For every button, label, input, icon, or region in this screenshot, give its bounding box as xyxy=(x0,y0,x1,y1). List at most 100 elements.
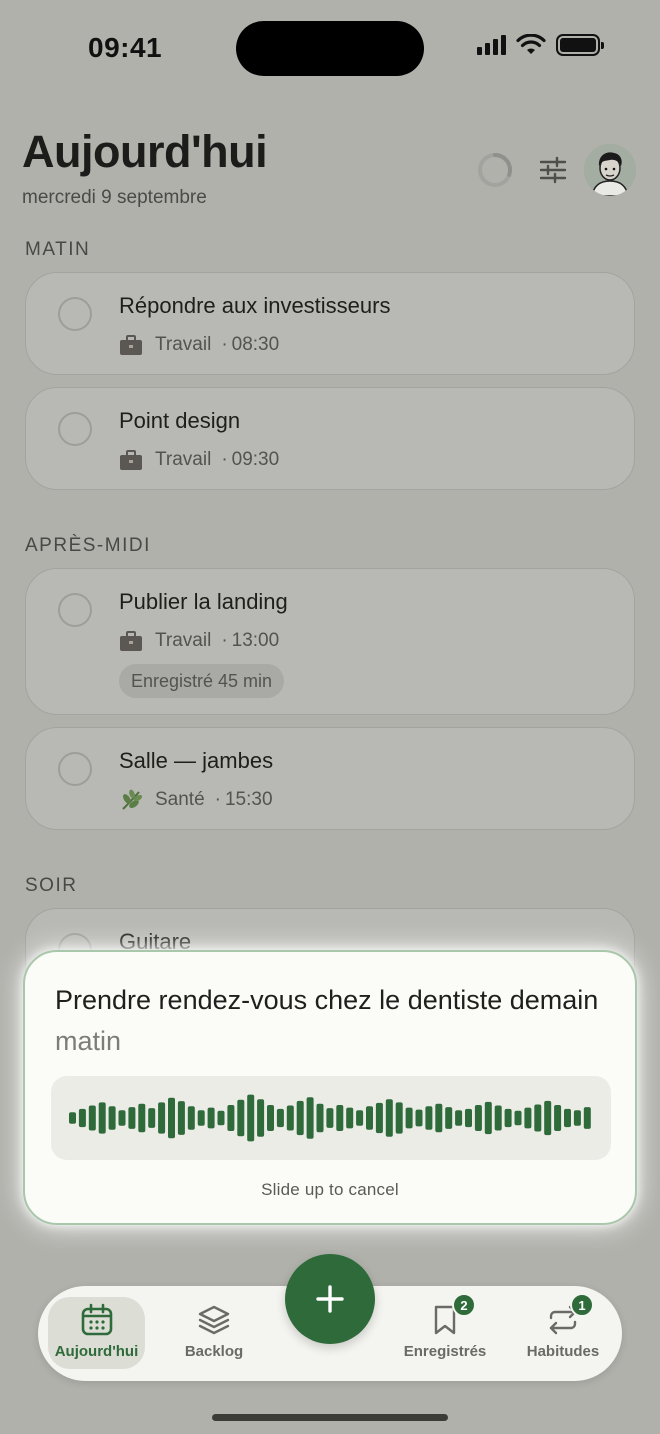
waveform-bar xyxy=(554,1105,562,1131)
tab-label: Aujourd'hui xyxy=(54,1343,139,1360)
status-time: 09:41 xyxy=(88,32,163,63)
section-heading-soir: SOIR xyxy=(25,875,78,896)
tab-label: Enregistrés xyxy=(403,1343,487,1360)
waveform-bar xyxy=(514,1110,522,1126)
transcript-confirmed: Prendre rendez-vous chez le dentiste dem… xyxy=(55,985,599,1015)
task-time: 13:00 xyxy=(231,630,280,651)
task-time: 08:30 xyxy=(231,334,280,355)
battery-icon xyxy=(556,34,604,56)
waveform-bar xyxy=(69,1112,76,1124)
voice-capture-sheet[interactable]: Prendre rendez-vous chez le dentiste dem… xyxy=(23,950,637,1225)
waveform-bar xyxy=(128,1107,136,1129)
waveform-bar xyxy=(484,1101,492,1135)
waveform-bar xyxy=(435,1103,443,1133)
waveform-bar xyxy=(276,1108,284,1128)
waveform-bar xyxy=(346,1107,354,1129)
task-category: Santé xyxy=(155,789,205,810)
tab-today[interactable]: Aujourd'hui xyxy=(48,1297,145,1369)
waveform-bar xyxy=(148,1108,156,1128)
waveform-bar xyxy=(108,1106,116,1130)
tab-saved[interactable]: 2 Enregistrés xyxy=(394,1293,496,1369)
waveform-bar xyxy=(217,1110,225,1126)
waveform-bar xyxy=(98,1102,106,1134)
avatar[interactable] xyxy=(584,144,636,196)
waveform-bar xyxy=(583,1107,591,1129)
waveform-bar xyxy=(257,1099,265,1137)
dynamic-island xyxy=(236,21,424,76)
task-category: Travail xyxy=(155,630,212,651)
logged-time-badge: Enregistré 45 min xyxy=(119,664,285,698)
task-meta: Travail · 09:30 xyxy=(119,449,279,471)
voice-transcript: Prendre rendez-vous chez le dentiste dem… xyxy=(55,980,605,1062)
home-indicator xyxy=(212,1414,448,1421)
waveform-bar xyxy=(415,1109,423,1127)
task-checkbox[interactable] xyxy=(58,752,92,786)
briefcase-icon xyxy=(120,335,142,355)
status-bar: 09:41 xyxy=(0,0,660,96)
wifi-icon xyxy=(516,34,546,54)
page-date: mercredi 9 septembre xyxy=(22,187,207,208)
waveform-bar xyxy=(356,1110,364,1126)
section-heading-matin: MATIN xyxy=(25,239,91,260)
waveform-bar xyxy=(187,1106,195,1130)
briefcase-icon xyxy=(120,450,142,470)
herb-icon xyxy=(122,789,143,810)
task-title: Publier la landing xyxy=(119,589,288,614)
transcript-pending: matin xyxy=(55,1026,122,1056)
waveform-bar xyxy=(474,1105,482,1131)
waveform-bar xyxy=(336,1105,344,1131)
layers-icon xyxy=(198,1305,230,1335)
waveform-bar xyxy=(395,1102,403,1134)
task-title: Point design xyxy=(119,408,241,433)
tab-label: Habitudes xyxy=(526,1343,600,1360)
tab-habits[interactable]: 1 Habitudes xyxy=(514,1293,612,1369)
waveform-bar xyxy=(286,1105,294,1131)
waveform-bar xyxy=(375,1102,383,1134)
task-card[interactable]: Répondre aux investisseurs Travail · 08:… xyxy=(25,272,635,375)
waveform-bar xyxy=(296,1100,304,1136)
waveform-bar xyxy=(405,1107,413,1129)
briefcase-icon xyxy=(120,631,142,651)
task-card[interactable]: Publier la landing Travail · 13:00 Enreg… xyxy=(25,568,635,715)
audio-waveform xyxy=(69,1094,591,1142)
waveform-bar xyxy=(445,1107,453,1129)
waveform-bar xyxy=(267,1105,274,1131)
waveform-bar xyxy=(158,1102,166,1134)
task-card[interactable]: Salle — jambes Santé · 15:30 xyxy=(25,727,635,830)
waveform-bar xyxy=(504,1108,512,1128)
section-heading-apres-midi: APRÈS-MIDI xyxy=(25,535,151,556)
task-checkbox[interactable] xyxy=(58,412,92,446)
waveform-bar xyxy=(465,1108,472,1128)
waveform-bar xyxy=(168,1097,175,1139)
habits-count-badge: 1 xyxy=(570,1293,594,1317)
task-category: Travail xyxy=(155,449,212,470)
task-checkbox[interactable] xyxy=(58,593,92,627)
task-time: 09:30 xyxy=(231,449,280,470)
task-meta: Santé · 15:30 xyxy=(119,789,273,811)
waveform-bar xyxy=(78,1108,86,1128)
page-title: Aujourd'hui xyxy=(22,126,268,177)
calendar-icon xyxy=(81,1303,112,1336)
plus-icon xyxy=(316,1285,344,1313)
waveform-bar xyxy=(455,1110,463,1126)
waveform-bar xyxy=(247,1094,255,1142)
waveform-bar xyxy=(366,1106,373,1130)
task-meta: Travail · 08:30 xyxy=(119,334,279,356)
task-card[interactable]: Point design Travail · 09:30 xyxy=(25,387,635,490)
repeat-icon-wrap: 1 xyxy=(546,1293,594,1337)
filter-button[interactable] xyxy=(536,153,570,187)
task-checkbox[interactable] xyxy=(58,297,92,331)
waveform-bar xyxy=(316,1103,324,1133)
cancel-hint: Slide up to cancel xyxy=(261,1180,399,1199)
tab-backlog[interactable]: Backlog xyxy=(166,1297,262,1369)
waveform-bar xyxy=(326,1108,334,1128)
waveform-bar xyxy=(494,1105,502,1131)
task-category: Travail xyxy=(155,334,212,355)
tab-label: Backlog xyxy=(184,1343,244,1360)
day-progress-ring[interactable] xyxy=(477,152,513,188)
task-time: 15:30 xyxy=(224,789,273,810)
add-task-button[interactable] xyxy=(285,1254,375,1344)
waveform-bar xyxy=(564,1108,571,1128)
waveform-bar xyxy=(306,1097,314,1139)
waveform-bar xyxy=(227,1105,235,1131)
